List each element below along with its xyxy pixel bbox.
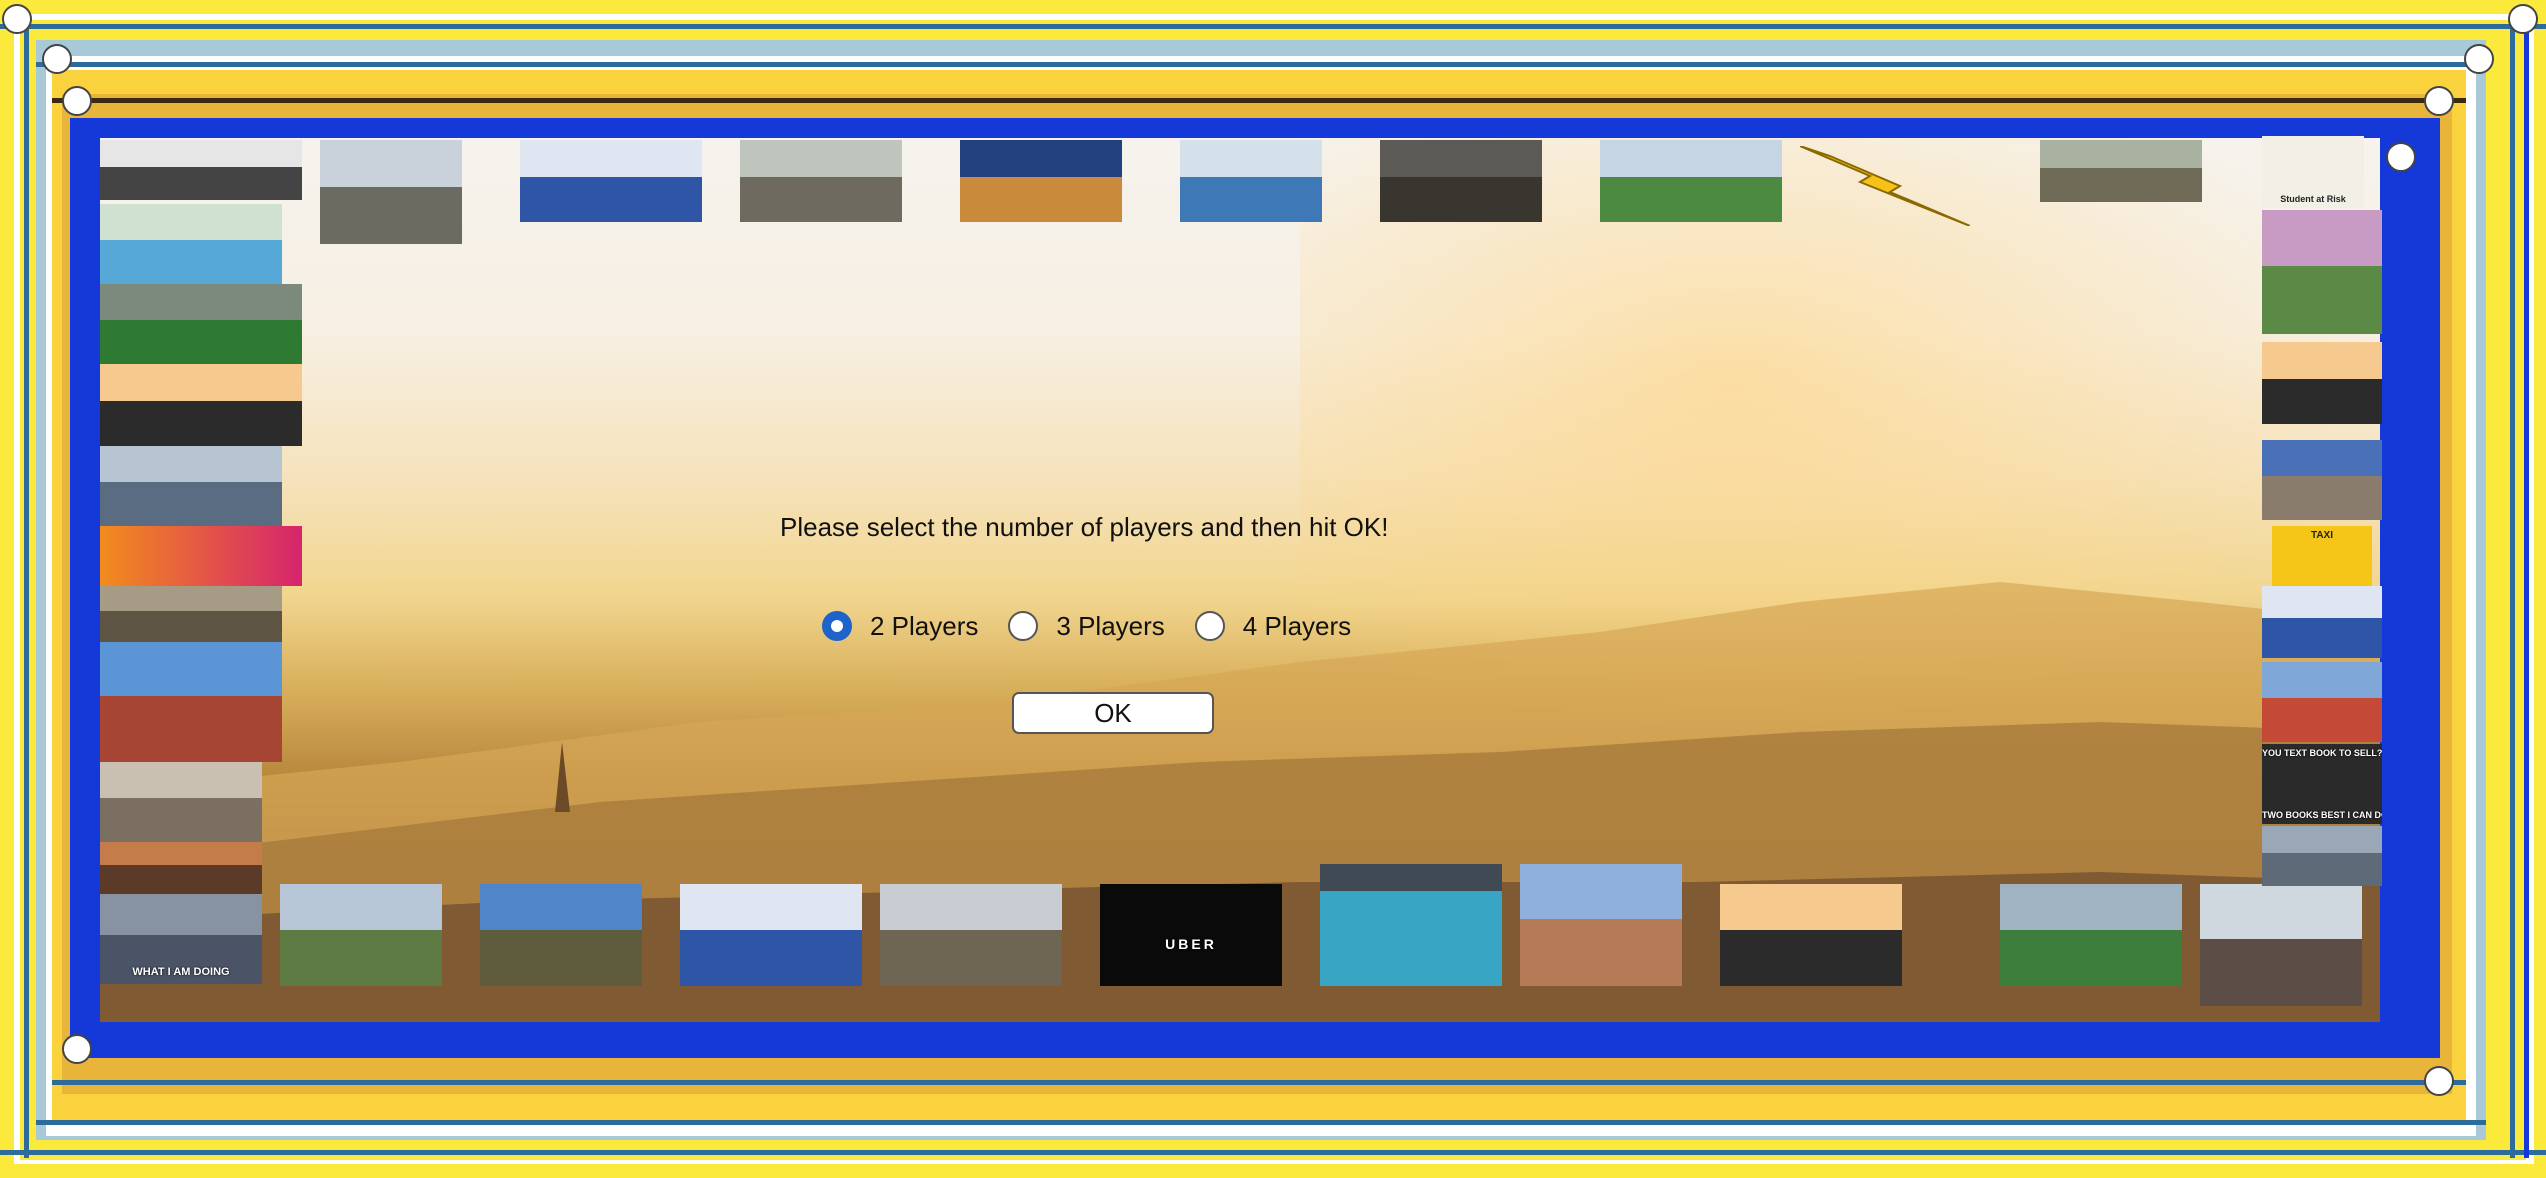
corner-node [62, 1034, 92, 1064]
tile-pool [100, 204, 282, 284]
tile-station [100, 140, 302, 200]
tile-portrait [100, 364, 302, 446]
track-rail [2510, 20, 2515, 1158]
tile-street-building [2200, 884, 2362, 1006]
textbook-meme-bottom: TWO BOOKS BEST I CAN DO [2262, 810, 2382, 820]
tile-student-at-risk: Student at Risk [2262, 136, 2364, 208]
track-rail [24, 20, 29, 1158]
radio-option-3-players[interactable]: 3 Players [1008, 610, 1165, 642]
tile-gothic-building [480, 884, 642, 986]
tile-storefront [2262, 662, 2382, 742]
tile-parking [100, 446, 282, 526]
student-at-risk-label: Student at Risk [2280, 194, 2346, 204]
track-rail [36, 62, 2486, 67]
tile-stadium [1600, 140, 1782, 222]
meme-caption: WHAT I AM DOING [132, 966, 230, 978]
tile-soccer-field [2000, 884, 2182, 986]
textbook-meme-top: YOU TEXT BOOK TO SELL? [2262, 748, 2382, 758]
corner-node [62, 86, 92, 116]
game-screen: WHAT I AM DOING UBER Student at Risk TAX… [0, 0, 2546, 1178]
tile-meme-what-i-am-doing: WHAT I AM DOING [100, 894, 262, 984]
corner-node [2424, 1066, 2454, 1096]
corner-node [2508, 4, 2538, 34]
tile-cartoon-meme [1320, 864, 1502, 986]
tile-dorm-room [100, 762, 262, 842]
radio-button-2-players[interactable] [822, 611, 852, 641]
corner-node [2386, 142, 2416, 172]
radio-label-4-players: 4 Players [1242, 610, 1352, 641]
player-count-radio-group: 2 Players 3 Players 4 Players [822, 606, 1381, 646]
track-rail [52, 98, 2466, 103]
radio-button-3-players[interactable] [1008, 611, 1039, 641]
tile-uber: UBER [1100, 884, 1282, 986]
corner-node [42, 44, 72, 74]
tile-royce-hall [100, 642, 282, 762]
tile-campus-walk [2262, 210, 2382, 334]
track-rail [0, 1150, 2546, 1155]
player-count-prompt: Please select the number of players and … [780, 512, 1389, 542]
tile-bus [1180, 140, 1322, 222]
tile-night-building [960, 140, 1122, 222]
tile-library [280, 884, 442, 986]
tile-courtyard [740, 140, 902, 222]
corner-node [2, 4, 32, 34]
tile-venmo-hand [100, 526, 302, 586]
track-rail [0, 24, 2546, 29]
radio-button-4-players[interactable] [1194, 611, 1225, 641]
radio-label-2-players: 2 Players [870, 610, 979, 641]
radio-option-4-players[interactable]: 4 Players [1194, 610, 1352, 642]
track-rail [36, 1120, 2486, 1125]
tile-crest [2262, 586, 2382, 658]
track-rail [52, 1080, 2466, 1085]
tile-lecture-hall [1380, 140, 1542, 222]
radio-label-3-players: 3 Players [1056, 610, 1165, 641]
ok-button[interactable]: OK [1012, 692, 1214, 734]
lightning-bolt-icon [1800, 146, 1970, 226]
tile-modern-building [880, 884, 1062, 986]
tile-arcade [100, 586, 282, 642]
tile-buildings [320, 140, 462, 244]
taxi-label: TAXI [2310, 530, 2334, 541]
radio-option-2-players[interactable]: 2 Players [822, 611, 978, 642]
tile-taxi: TAXI [2272, 526, 2372, 586]
uber-label: UBER [1165, 936, 1217, 952]
corner-node [2464, 44, 2494, 74]
tile-field [100, 284, 302, 364]
tile-fountain [2040, 140, 2202, 202]
tile-portrait [1720, 884, 1902, 986]
tile-crest [520, 140, 702, 222]
tile-crowd [2262, 826, 2382, 886]
tile-crest [680, 884, 862, 986]
tile-textbook-meme: YOU TEXT BOOK TO SELL? TWO BOOKS BEST I … [2262, 744, 2382, 824]
tile-plaza [2262, 440, 2382, 520]
tile-portrait [2262, 342, 2382, 424]
game-board: WHAT I AM DOING UBER [100, 138, 2380, 1022]
corner-node [2424, 86, 2454, 116]
tile-brick-hall [1520, 864, 1682, 986]
tile-apartments [100, 842, 262, 894]
track-rail [2524, 20, 2529, 1158]
